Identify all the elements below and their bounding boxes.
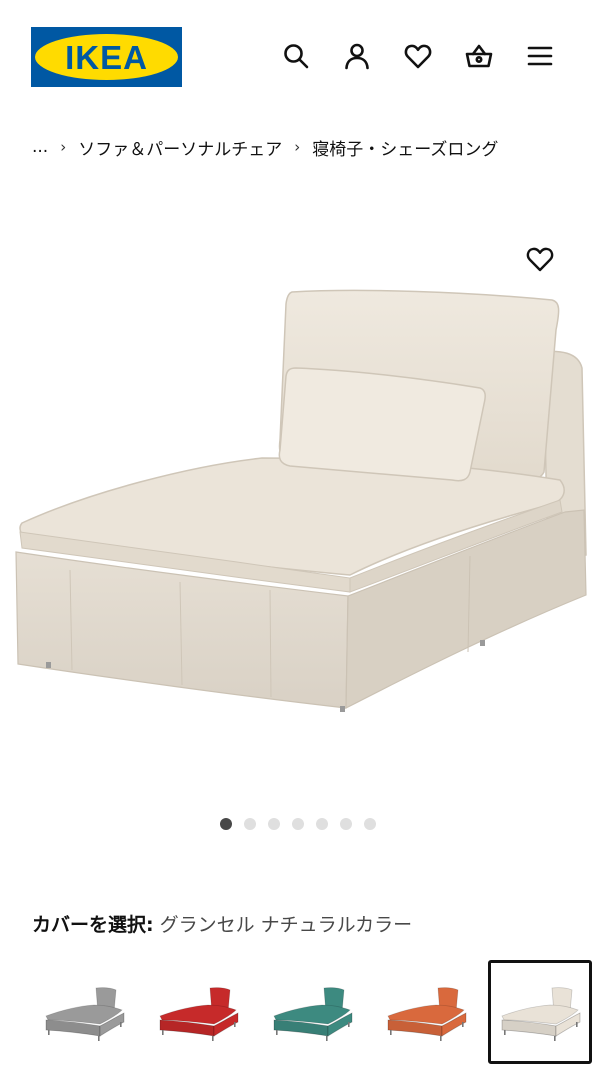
breadcrumb-item-sofas[interactable]: ソファ＆パーソナルチェア: [78, 135, 282, 160]
site-header: IKEA: [0, 0, 603, 115]
user-icon[interactable]: [341, 40, 373, 72]
cover-swatch-list: [32, 960, 603, 1068]
logo-oval: IKEA: [35, 34, 178, 80]
cart-icon[interactable]: [463, 40, 495, 72]
cover-swatch[interactable]: [488, 960, 592, 1064]
gallery-dot[interactable]: [316, 818, 328, 830]
breadcrumb-item-chaise-longues[interactable]: 寝椅子・シェーズロング: [312, 135, 498, 160]
heart-icon[interactable]: [402, 40, 434, 72]
breadcrumb-separator: ›: [60, 138, 67, 156]
cover-swatch[interactable]: [146, 960, 250, 1064]
gallery-dot[interactable]: [364, 818, 376, 830]
cover-swatch[interactable]: [32, 960, 136, 1064]
cover-value: グランセル ナチュラルカラー: [159, 914, 413, 936]
gallery-dot[interactable]: [244, 818, 256, 830]
gallery-dot[interactable]: [292, 818, 304, 830]
cover-label: カバーを選択:: [32, 914, 154, 936]
breadcrumb-separator: ›: [294, 138, 301, 156]
gallery-dot[interactable]: [340, 818, 352, 830]
ikea-logo[interactable]: IKEA: [31, 27, 182, 87]
logo-text: IKEA: [65, 38, 148, 76]
gallery-dot[interactable]: [220, 818, 232, 830]
gallery-pagination: [220, 818, 376, 830]
product-image[interactable]: [0, 200, 603, 800]
cover-swatch[interactable]: [374, 960, 478, 1064]
breadcrumb: ... › ソファ＆パーソナルチェア › 寝椅子・シェーズロング: [32, 134, 498, 160]
favorite-heart-icon[interactable]: [525, 244, 555, 274]
menu-icon[interactable]: [524, 40, 556, 72]
gallery-dot[interactable]: [268, 818, 280, 830]
cover-swatch[interactable]: [260, 960, 364, 1064]
search-icon[interactable]: [280, 40, 312, 72]
cover-selection: カバーを選択: グランセル ナチュラルカラー: [32, 910, 412, 937]
breadcrumb-ellipsis[interactable]: ...: [32, 137, 48, 157]
